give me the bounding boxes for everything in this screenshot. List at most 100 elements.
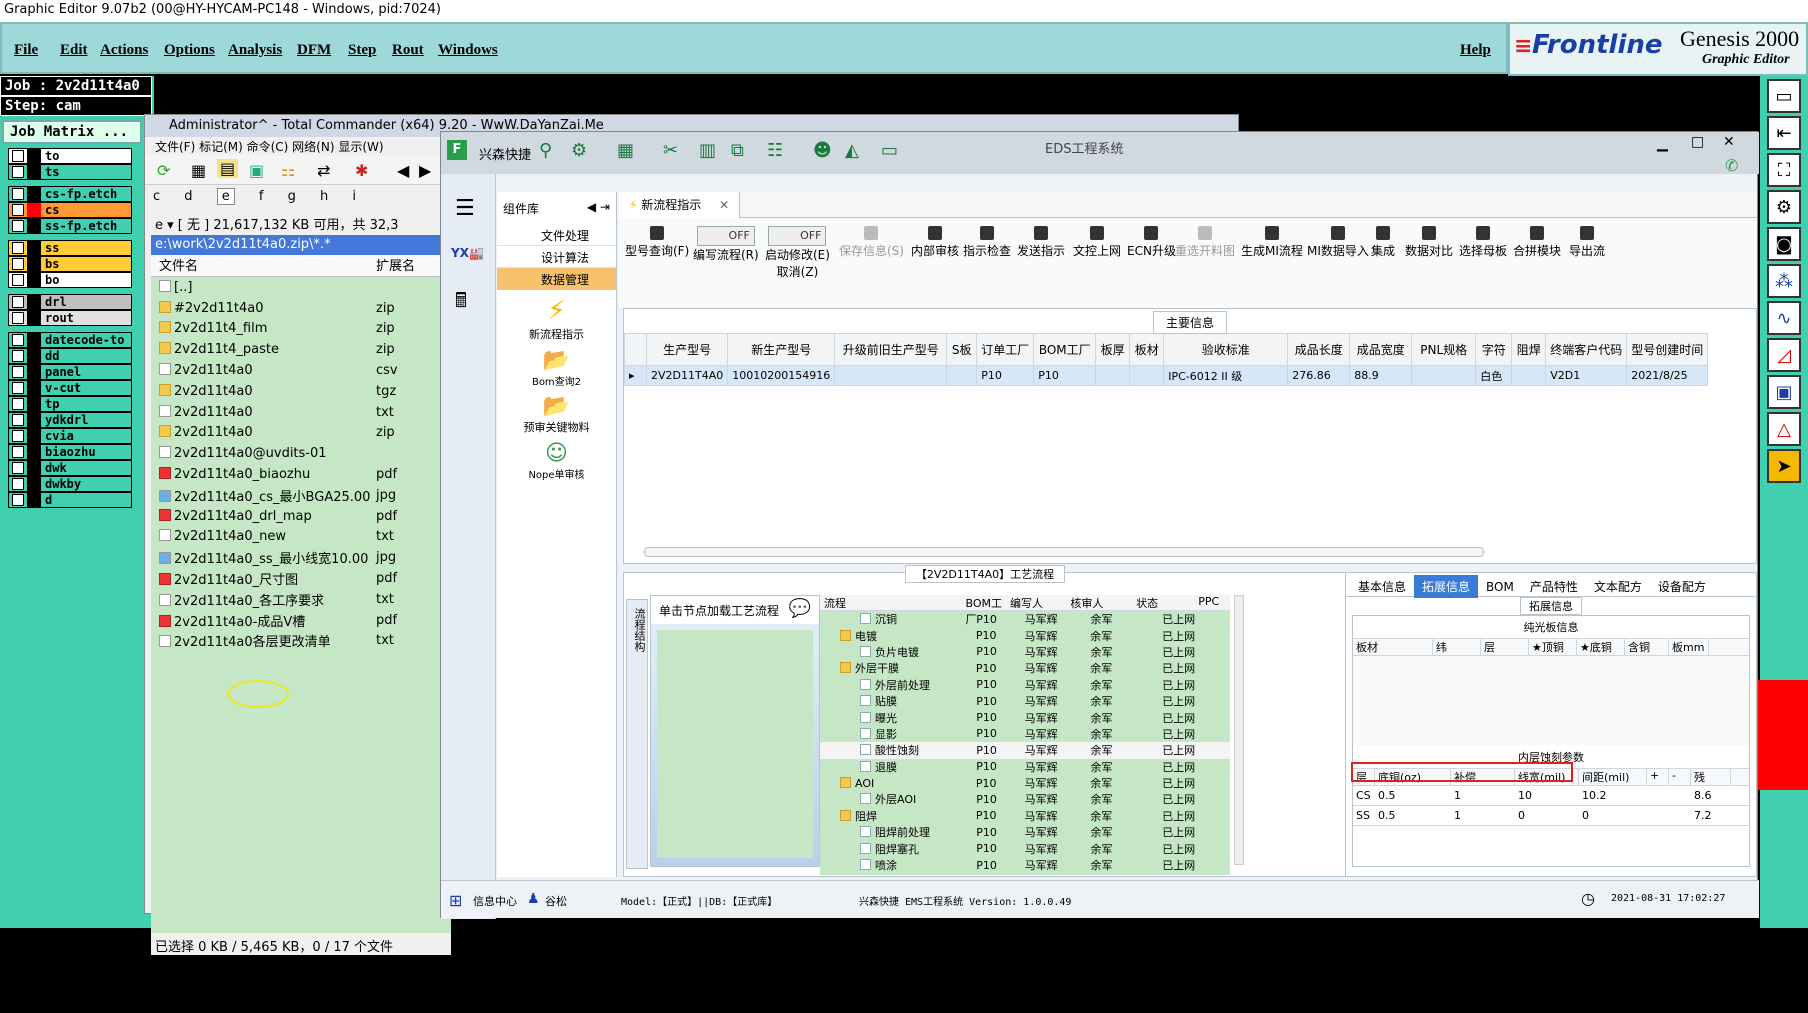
main-cell[interactable] bbox=[1096, 366, 1130, 386]
inner-cell[interactable]: 7.2 bbox=[1691, 809, 1731, 822]
settings-icon[interactable]: ⚙ bbox=[571, 140, 587, 161]
main-col-header[interactable]: 升级前旧生产型号 bbox=[835, 334, 947, 366]
menu-actions[interactable]: Actions bbox=[100, 42, 148, 59]
file-row[interactable]: 2v2d11t4a0txt bbox=[151, 402, 451, 423]
flow-row[interactable]: 酸性蚀刻P10马军辉余军已上网 bbox=[820, 742, 1230, 758]
tool-9-icon[interactable]: ▣ bbox=[1767, 375, 1801, 409]
flow-row[interactable]: 贴膜P10马军辉余军已上网 bbox=[820, 693, 1230, 709]
flow-row[interactable]: 退膜P10马军辉余军已上网 bbox=[820, 759, 1230, 775]
main-cell[interactable] bbox=[1130, 366, 1164, 386]
file-row[interactable]: 2v2d11t4a0@uvdits-01 bbox=[151, 443, 451, 464]
tool-1-icon[interactable]: ▭ bbox=[1767, 79, 1801, 113]
toggle-switch[interactable]: OFF bbox=[768, 226, 826, 246]
main-col-header[interactable]: PNL规格 bbox=[1412, 334, 1476, 366]
drive-i[interactable]: i bbox=[352, 189, 356, 204]
comp-icon-newflow[interactable]: ⚡新流程指示 bbox=[497, 296, 616, 342]
flow-col-header[interactable]: 流程 bbox=[820, 595, 961, 610]
drive-d[interactable]: d bbox=[184, 189, 192, 204]
layer-row[interactable]: v-cut bbox=[8, 380, 132, 396]
view-icon[interactable]: ▦ bbox=[191, 161, 206, 180]
inner-etch-row[interactable]: SS0.51007.2 bbox=[1353, 806, 1749, 826]
frame-icon[interactable]: ▭ bbox=[881, 140, 898, 161]
menu-options[interactable]: Options bbox=[164, 42, 215, 59]
main-col-header[interactable]: 字符 bbox=[1476, 334, 1512, 366]
flow-col-header[interactable]: BOM工厂 bbox=[961, 595, 1006, 610]
close-button[interactable]: ✕ bbox=[1723, 134, 1735, 150]
file-row[interactable]: #2v2d11t4a0zip bbox=[151, 298, 451, 319]
job-matrix-button[interactable]: Job Matrix ... bbox=[2, 120, 142, 144]
main-hscroll[interactable] bbox=[644, 547, 1484, 557]
tree-icon[interactable]: ⚏ bbox=[281, 161, 295, 180]
drive-info[interactable]: e ▾ [ 无 ] 21,617,132 KB 可用，共 32,3 bbox=[151, 211, 451, 233]
tool-5-icon[interactable]: ◙ bbox=[1767, 227, 1801, 261]
layer-row[interactable]: bs bbox=[8, 256, 132, 272]
flow-row[interactable]: 阻焊塞孔P10马军辉余军已上网 bbox=[820, 840, 1230, 856]
flow-row[interactable]: 电镀P10马军辉余军已上网 bbox=[820, 627, 1230, 643]
layer-checkbox[interactable] bbox=[12, 296, 24, 308]
layer-row[interactable]: to bbox=[8, 148, 132, 164]
scissors-icon[interactable]: ✂ bbox=[663, 140, 678, 161]
inner-cell[interactable]: 0 bbox=[1515, 809, 1579, 822]
toolbar-button-13[interactable]: 数据对比 bbox=[1405, 226, 1453, 259]
file-row[interactable]: 2v2d11t4a0_biaozhupdf bbox=[151, 464, 451, 485]
share-icon[interactable]: ⧉ bbox=[731, 140, 744, 161]
main-col-header[interactable]: 阻焊 bbox=[1512, 334, 1546, 366]
layer-row[interactable]: cs bbox=[8, 202, 132, 218]
file-row[interactable]: 2v2d11t4_pastezip bbox=[151, 339, 451, 360]
minimize-button[interactable]: ▁ bbox=[1657, 136, 1668, 152]
comp-icon-nope[interactable]: ☺Nope单审核 bbox=[497, 441, 616, 481]
layer-checkbox[interactable] bbox=[12, 204, 24, 216]
main-col-header[interactable]: 新生产型号 bbox=[728, 334, 835, 366]
file-row[interactable]: 2v2d11t4_filmzip bbox=[151, 319, 451, 340]
main-cell[interactable]: P10 bbox=[977, 366, 1034, 386]
inner-cell[interactable]: 1 bbox=[1451, 789, 1515, 802]
flow-row[interactable]: 沉铜P10马军辉余军已上网 bbox=[820, 611, 1230, 627]
drive-c[interactable]: c bbox=[153, 189, 160, 204]
inner-cell[interactable]: SS bbox=[1353, 809, 1375, 822]
comp-item-design[interactable]: 设计算法 bbox=[497, 246, 616, 268]
drive-f[interactable]: f bbox=[259, 189, 264, 204]
tool-4-icon[interactable]: ⚙ bbox=[1767, 190, 1801, 224]
layer-checkbox[interactable] bbox=[12, 350, 24, 362]
layer-row[interactable]: ss-fp.etch bbox=[8, 218, 132, 234]
flow-row[interactable]: 外层前处理P10马军辉余军已上网 bbox=[820, 677, 1230, 693]
file-row[interactable]: 2v2d11t4a0csv bbox=[151, 360, 451, 381]
layer-row[interactable]: datecode-to bbox=[8, 332, 132, 348]
flow-row[interactable]: 阻焊P10马军辉余军已上网 bbox=[820, 808, 1230, 824]
comp-item-file[interactable]: 文件处理 bbox=[497, 224, 616, 246]
comp-icon-material[interactable]: 📂预审关键物料 bbox=[497, 394, 616, 435]
tool-7-icon[interactable]: ∿ bbox=[1767, 301, 1801, 335]
layer-row[interactable]: ss bbox=[8, 240, 132, 256]
table-icon[interactable]: ☷ bbox=[767, 140, 783, 161]
chart-icon[interactable]: ◭ bbox=[845, 140, 859, 161]
flow-hint[interactable]: 单击节点加载工艺流程💬 bbox=[651, 596, 819, 624]
tool-3-icon[interactable]: ⛶ bbox=[1767, 153, 1801, 187]
toolbar-button-1[interactable]: OFF编写流程(R) bbox=[693, 226, 759, 263]
yx-factory-icon[interactable]: YX🏭 bbox=[451, 246, 484, 260]
file-row[interactable]: 2v2d11t4a0-成品V槽pdf bbox=[151, 610, 451, 631]
main-cell[interactable] bbox=[835, 366, 947, 386]
layer-row[interactable]: cs-fp.etch bbox=[8, 186, 132, 202]
menu-file[interactable]: File bbox=[14, 42, 38, 59]
main-cell[interactable]: V2D1 bbox=[1546, 366, 1627, 386]
main-col-header[interactable]: 订单工厂 bbox=[977, 334, 1034, 366]
layer-checkbox[interactable] bbox=[12, 430, 24, 442]
menu-analysis[interactable]: Analysis bbox=[228, 42, 282, 59]
back-icon[interactable]: ◀ bbox=[397, 161, 409, 180]
layer-checkbox[interactable] bbox=[12, 150, 24, 162]
current-path[interactable]: e:\work\2v2d11t4a0.zip\*.* bbox=[151, 235, 451, 255]
drive-h[interactable]: h bbox=[320, 189, 328, 204]
main-cell[interactable]: 276.86 bbox=[1288, 366, 1350, 386]
detail-tab[interactable]: BOM bbox=[1478, 577, 1522, 597]
layer-checkbox[interactable] bbox=[12, 220, 24, 232]
file-row[interactable]: 2v2d11t4a0_newtxt bbox=[151, 527, 451, 548]
toolbar-button-6[interactable]: 发送指示 bbox=[1017, 226, 1065, 259]
toolbar-button-14[interactable]: 选择母板 bbox=[1459, 226, 1507, 259]
menu-rout[interactable]: Rout bbox=[392, 42, 424, 59]
main-col-header[interactable]: S板 bbox=[947, 334, 977, 366]
inner-cell[interactable]: 1 bbox=[1451, 809, 1515, 822]
inner-cell[interactable]: 0.5 bbox=[1375, 789, 1451, 802]
inner-cell[interactable]: CS bbox=[1353, 789, 1375, 802]
inner-cell[interactable]: 0.5 bbox=[1375, 809, 1451, 822]
layer-row[interactable]: dwkby bbox=[8, 476, 132, 492]
